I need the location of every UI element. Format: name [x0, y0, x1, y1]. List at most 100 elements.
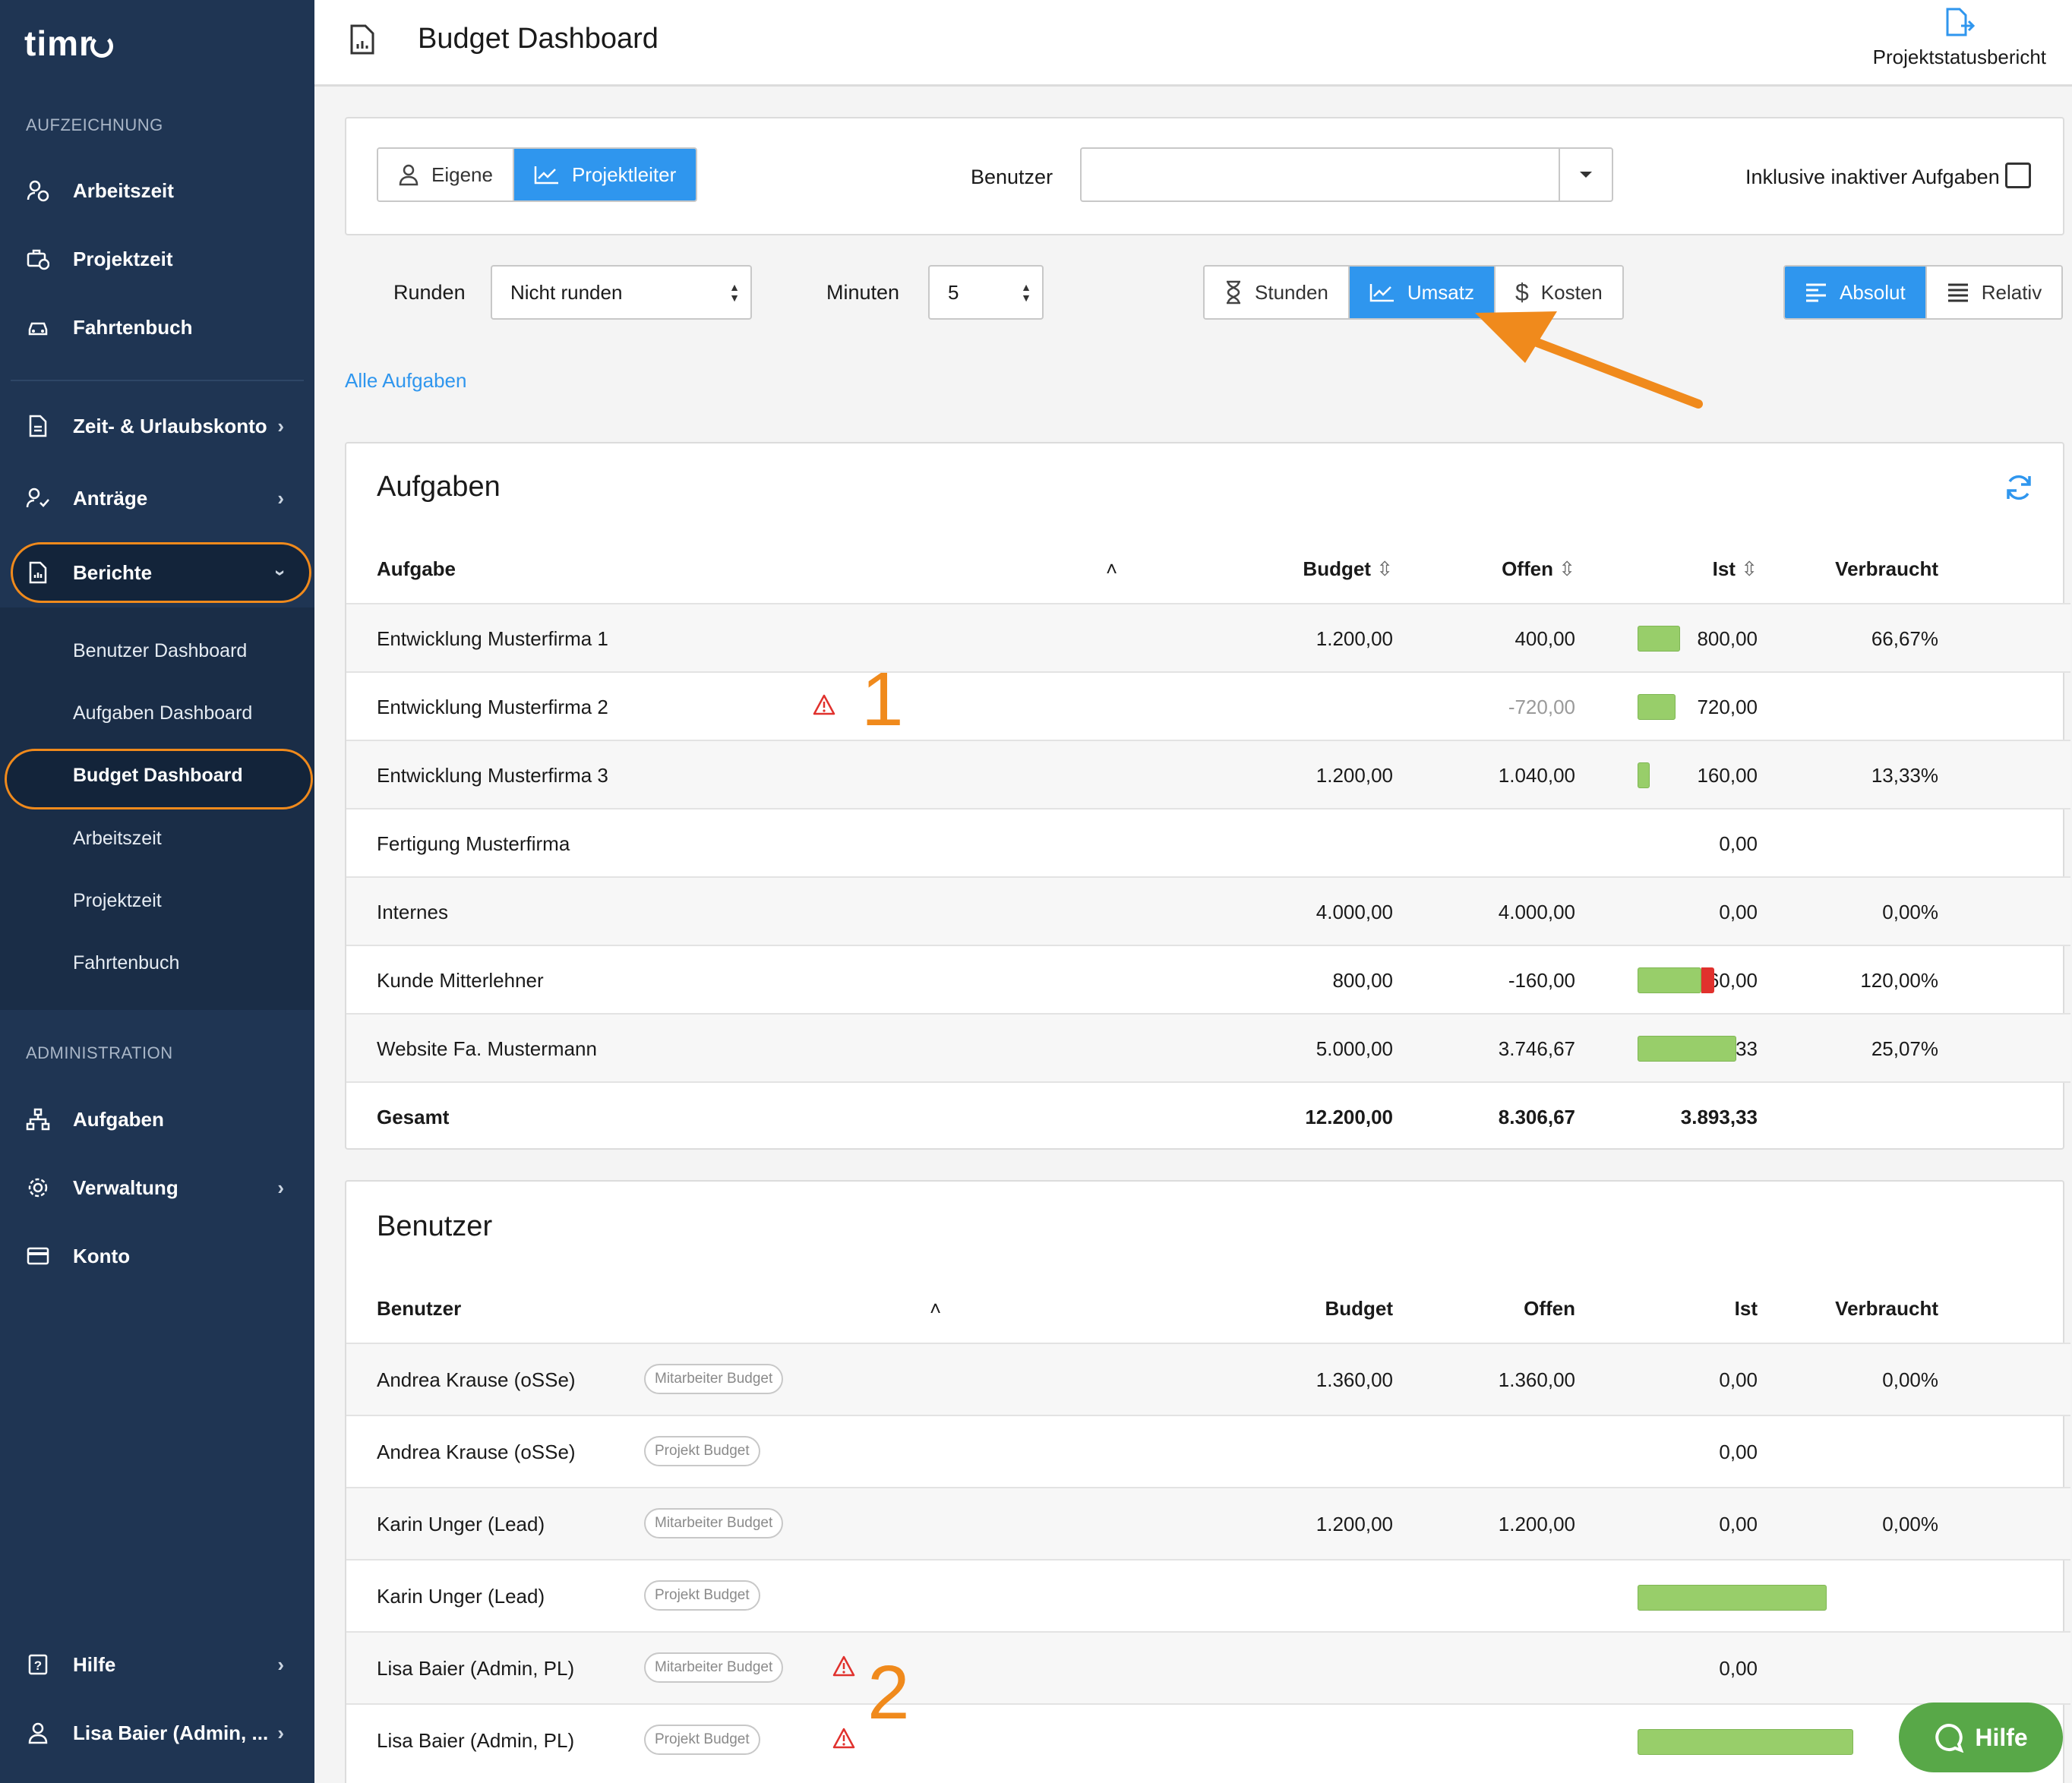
- task-used: 0,00%: [1882, 901, 1938, 923]
- round-select[interactable]: Nicht runden ▲ ▼: [491, 265, 752, 320]
- task-row[interactable]: Entwicklung Musterfirma 3 1.200,00 1.040,0…: [346, 740, 2070, 808]
- sidebar-item-fahrtenbuch[interactable]: Fahrtenbuch: [0, 301, 314, 354]
- submenu-projektzeit[interactable]: Projektzeit: [73, 890, 162, 912]
- view-relative-button[interactable]: Relativ: [1926, 267, 2062, 318]
- submenu-aufgaben-dashboard[interactable]: Aufgaben Dashboard: [73, 702, 252, 724]
- submenu-fahrtenbuch[interactable]: Fahrtenbuch: [73, 952, 179, 974]
- sidebar-item-berichte[interactable]: Berichte ›: [0, 546, 314, 599]
- task-actual: 720,00: [1697, 696, 1758, 718]
- sidebar-item-label: Anträge: [73, 486, 148, 510]
- task-row[interactable]: Entwicklung Musterfirma 2 -720,00 720,00: [346, 671, 2070, 740]
- projektstatusbericht-button[interactable]: Projektstatusbericht: [1873, 8, 2046, 69]
- sort-asc-icon[interactable]: ˄: [930, 1297, 941, 1321]
- budget-type-badge: Projekt Budget: [644, 1580, 760, 1611]
- task-name: Website Fa. Mustermann: [377, 1037, 597, 1060]
- sidebar-item-verwaltung[interactable]: Verwaltung ›: [0, 1161, 314, 1214]
- report-icon: [26, 560, 50, 585]
- help-chat-label: Hilfe: [1975, 1723, 2028, 1751]
- sidebar-item-zeitkonto[interactable]: Zeit- & Urlaubskonto ›: [0, 399, 314, 453]
- sidebar-item-antraege[interactable]: Anträge ›: [0, 472, 314, 525]
- all-tasks-link[interactable]: Alle Aufgaben: [345, 369, 466, 393]
- annotation-number-2: 2: [867, 1650, 910, 1735]
- usage-bar: [1638, 1036, 1736, 1062]
- refresh-icon[interactable]: [2004, 472, 2034, 503]
- user-icon: [26, 1721, 50, 1745]
- task-name: Entwicklung Musterfirma 2: [377, 696, 608, 718]
- mode-toggle: Eigene Projektleiter: [377, 147, 698, 202]
- tasks-panel-title: Aufgaben: [377, 471, 501, 503]
- task-name: Entwicklung Musterfirma 1: [377, 627, 608, 650]
- user-row[interactable]: Karin Unger (Lead) Mitarbeiter Budget 1.20…: [346, 1487, 2070, 1559]
- minutes-select[interactable]: 5 ▲ ▼: [928, 265, 1044, 320]
- sidebar-item-label: Berichte: [73, 560, 153, 584]
- user-row[interactable]: Lisa Baier (Admin, PL)Projekt Budget960,…: [346, 1703, 2070, 1775]
- user-clock-icon: [26, 178, 50, 203]
- help-chat-button[interactable]: Hilfe: [1899, 1703, 2063, 1772]
- warning-icon[interactable]: [813, 694, 835, 721]
- task-used: 120,00%: [1860, 969, 1938, 992]
- task-row[interactable]: Fertigung Musterfirma 0,00: [346, 808, 2070, 876]
- credit-card-icon: [26, 1244, 50, 1268]
- round-label: Runden: [393, 281, 466, 304]
- submenu-benutzer-dashboard[interactable]: Benutzer Dashboard: [73, 640, 247, 662]
- task-row[interactable]: Internes 4.000,00 4.000,00 0,00 0,00%: [346, 876, 2070, 945]
- sidebar-item-label: Lisa Baier (Admin, ...: [73, 1721, 269, 1744]
- trend-chart-icon: [1369, 284, 1394, 302]
- timr-logo[interactable]: timr: [24, 23, 113, 64]
- document-icon: [26, 414, 50, 438]
- minutes-select-value: 5: [948, 280, 959, 304]
- view-absolute-label: Absolut: [1840, 280, 1906, 304]
- minutes-label: Minuten: [826, 281, 900, 304]
- view-absolute-button[interactable]: Absolut: [1785, 267, 1927, 318]
- export-icon: [1946, 8, 1975, 36]
- sidebar-item-user[interactable]: Lisa Baier (Admin, ... ›: [0, 1706, 314, 1759]
- user-row[interactable]: Lisa Baier (Admin, PL) Mitarbeiter Budget…: [346, 1631, 2070, 1703]
- task-actual: 0,00: [1719, 832, 1758, 855]
- metric-hours-button[interactable]: Stunden: [1205, 267, 1350, 318]
- sidebar-item-label: Projektzeit: [73, 247, 173, 270]
- mode-pl-button[interactable]: Projektleiter: [513, 149, 696, 200]
- user-name: Lisa Baier (Admin, PL): [377, 1657, 575, 1680]
- briefcase-clock-icon: [26, 247, 50, 271]
- usage-bar: [1638, 1585, 1827, 1611]
- usage-bar: [1638, 762, 1650, 788]
- sidebar-item-projektzeit[interactable]: Projektzeit: [0, 232, 314, 286]
- mode-own-button[interactable]: Eigene: [378, 149, 514, 200]
- budget-type-badge: Projekt Budget: [644, 1725, 760, 1755]
- sidebar-item-hilfe[interactable]: ? Hilfe ›: [0, 1638, 314, 1691]
- chevron-right-icon: ›: [277, 1652, 284, 1676]
- user-row[interactable]: Andrea Krause (oSSe) Mitarbeiter Budget 1.…: [346, 1343, 2070, 1415]
- inactive-tasks-checkbox[interactable]: [2005, 163, 2031, 188]
- warning-icon[interactable]: [832, 1655, 855, 1682]
- user-row[interactable]: Karin Unger (Lead)Projekt Budget840,00: [346, 1559, 2070, 1631]
- user-row[interactable]: Andrea Krause (oSSe) Projekt Budget 0,00: [346, 1415, 2070, 1487]
- chevron-right-icon: ›: [277, 414, 284, 437]
- updown-arrows-icon: ▲ ▼: [1021, 281, 1031, 304]
- total-label: Gesamt: [377, 1106, 450, 1128]
- user-filter-label: Benutzer: [971, 166, 1053, 188]
- sidebar-item-arbeitszeit[interactable]: Arbeitszeit: [0, 164, 314, 217]
- col-user[interactable]: Benutzer: [377, 1297, 461, 1321]
- task-row[interactable]: Kunde Mitterlehner 800,00 -160,00 960,00 120…: [346, 945, 2070, 1013]
- total-actual: 3.893,33: [1680, 1106, 1758, 1128]
- task-row[interactable]: Entwicklung Musterfirma 1 1.200,00 400,00 8…: [346, 603, 2070, 671]
- sidebar-item-konto[interactable]: Konto: [0, 1229, 314, 1283]
- sidebar-item-label: Konto: [73, 1244, 131, 1267]
- filter-card: Eigene Projektleiter Benutzer Inklusive …: [345, 117, 2064, 235]
- user-select-dropdown[interactable]: [1559, 149, 1612, 200]
- metric-hours-label: Stunden: [1255, 280, 1328, 304]
- submenu-arbeitszeit[interactable]: Arbeitszeit: [73, 828, 162, 850]
- user-check-icon: [26, 486, 50, 510]
- annotation-arrow: [1475, 311, 1703, 409]
- mode-pl-label: Projektleiter: [571, 163, 677, 186]
- task-row[interactable]: Website Fa. Mustermann5.000,003.746,671.…: [346, 1013, 2070, 1081]
- col-task[interactable]: Aufgabe: [377, 557, 456, 581]
- page-title: Budget Dashboard: [418, 23, 659, 55]
- user-name: Lisa Baier (Admin, PL): [377, 1729, 575, 1752]
- sidebar-item-label: Hilfe: [73, 1652, 116, 1676]
- warning-icon[interactable]: [832, 1728, 855, 1754]
- submenu-budget-dashboard[interactable]: Budget Dashboard: [73, 765, 243, 787]
- task-used: 13,33%: [1871, 764, 1938, 787]
- user-select[interactable]: [1080, 147, 1613, 202]
- sidebar-item-aufgaben[interactable]: Aufgaben: [0, 1093, 314, 1146]
